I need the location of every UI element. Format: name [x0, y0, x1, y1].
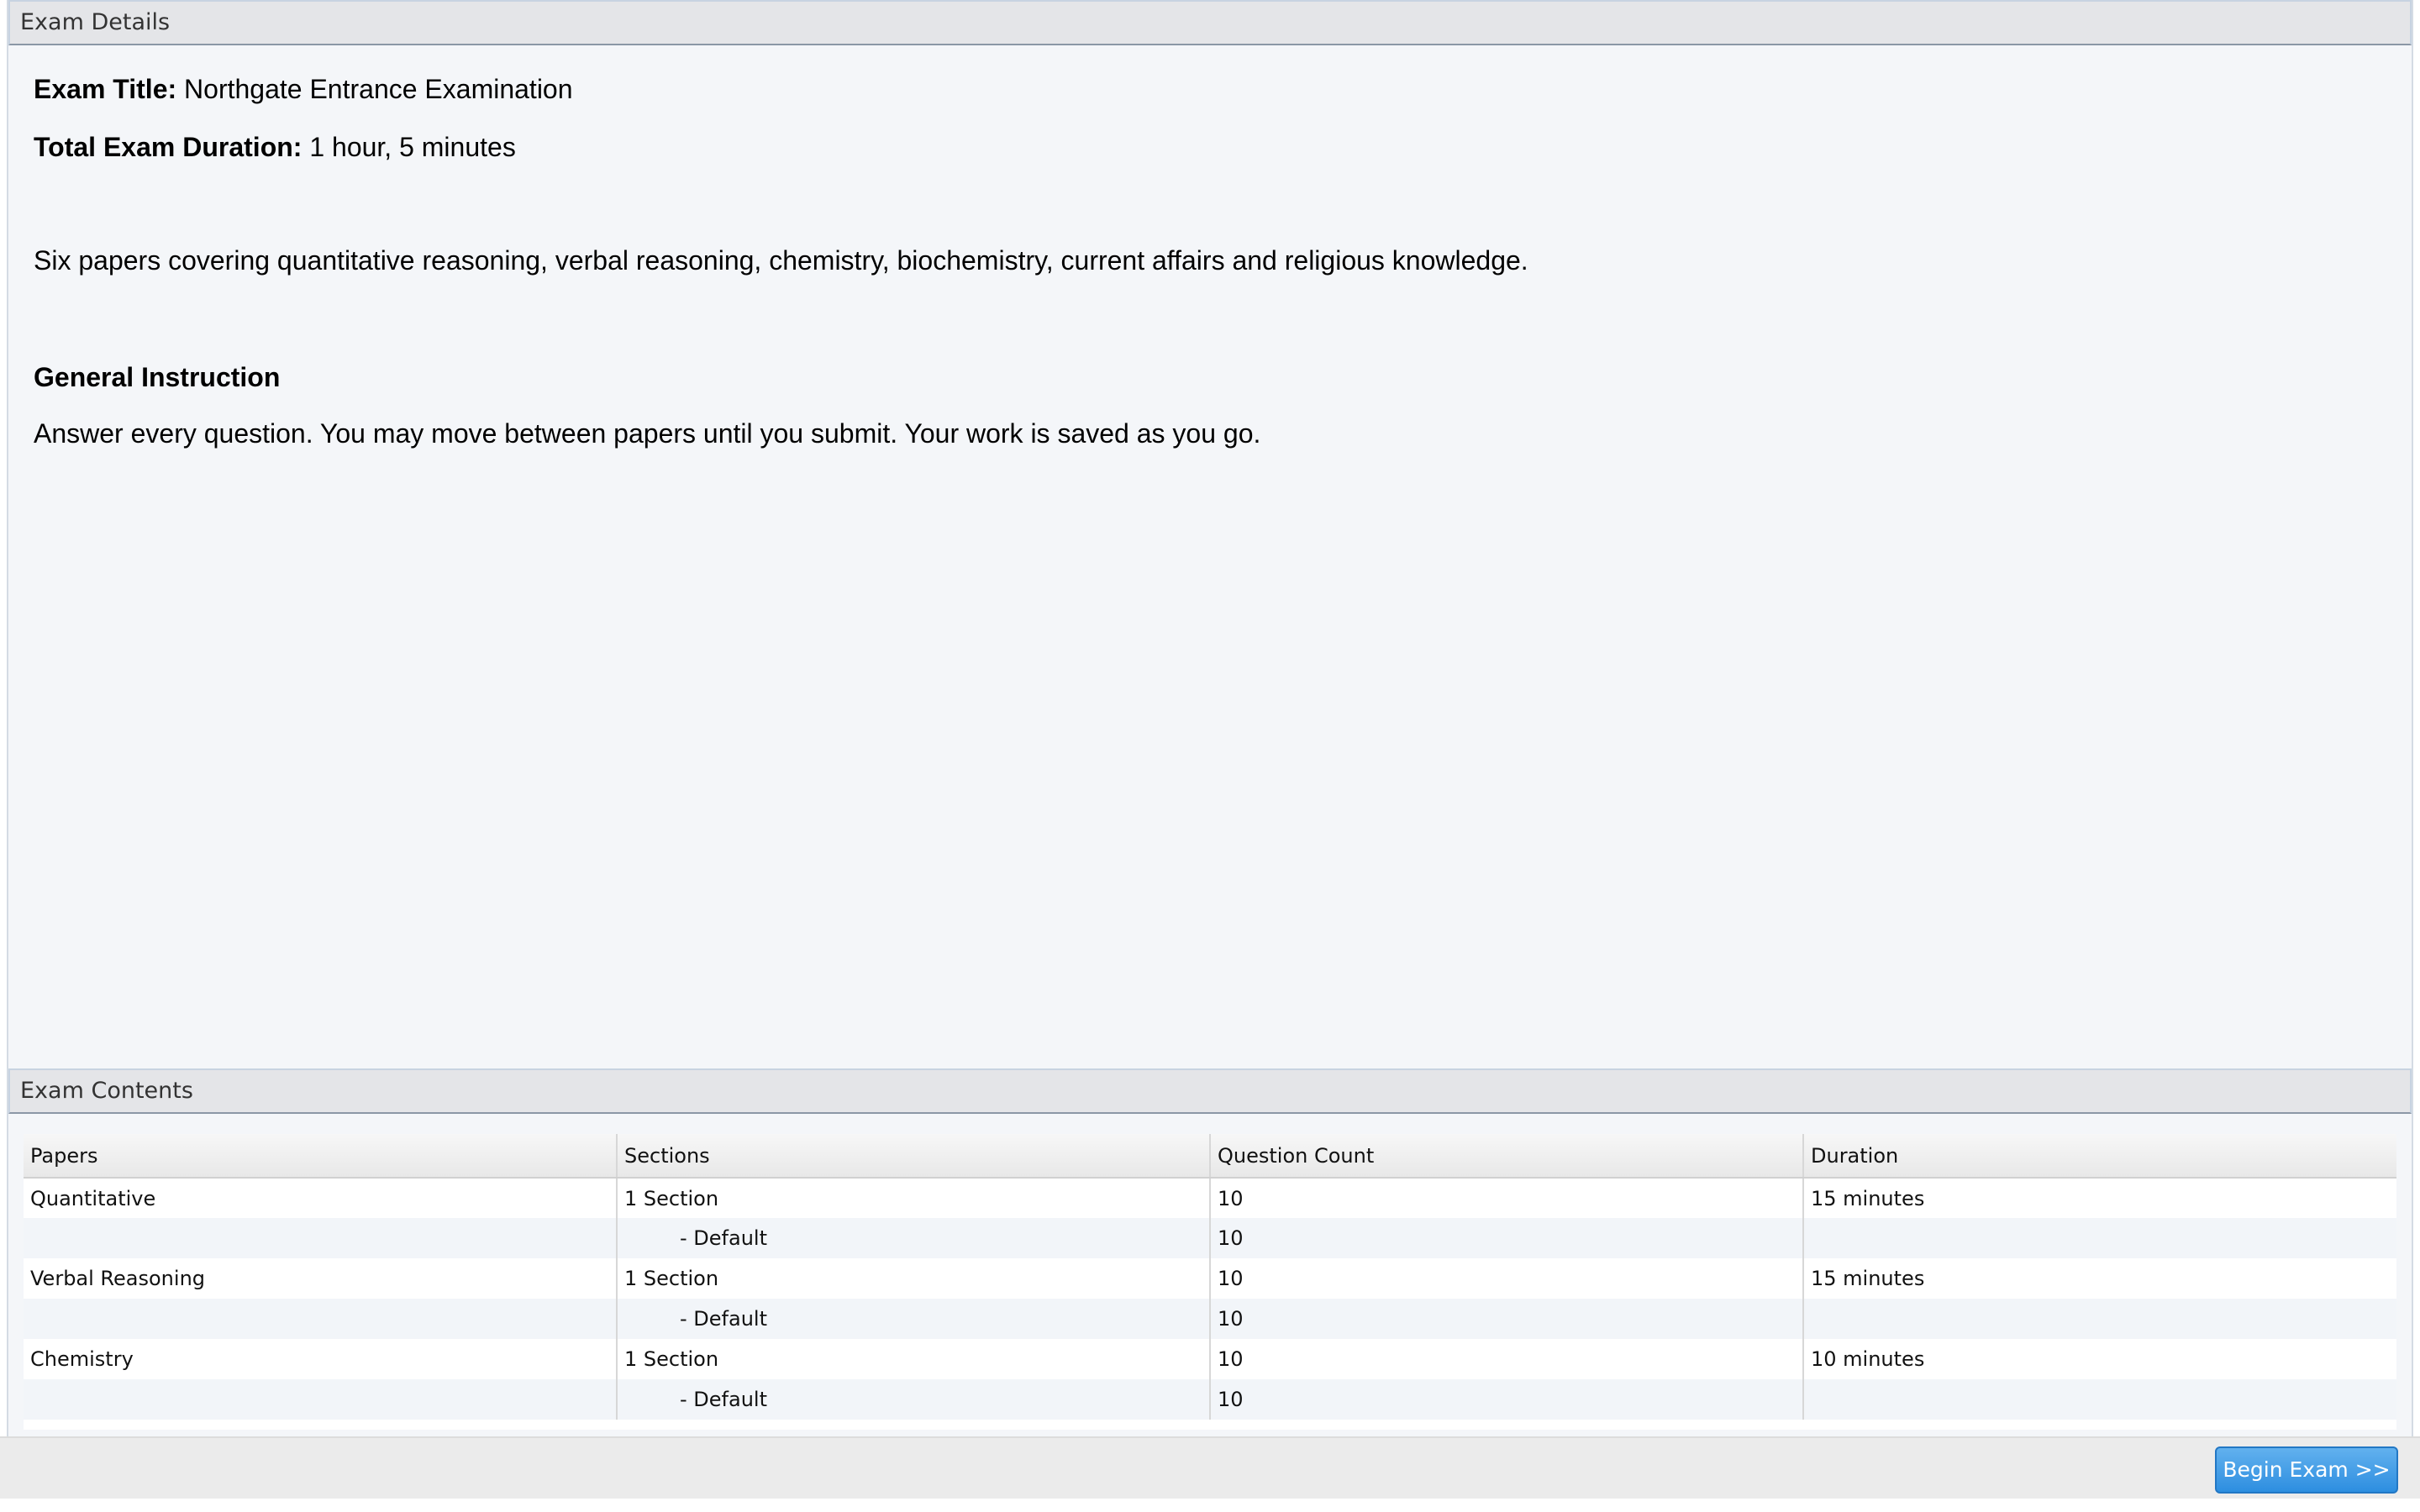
footer-bottom-strip — [0, 1499, 2420, 1512]
general-instruction-text: Answer every question. You may move betw… — [34, 418, 1261, 449]
cell-question-count: 10 — [1210, 1178, 1804, 1218]
table-row[interactable]: Verbal Reasoning 1 Section 10 15 minutes — [24, 1258, 2396, 1299]
cell-sections: 1 Section — [617, 1178, 1211, 1218]
cell-sections: 1 Section — [617, 1258, 1211, 1299]
exam-title-label: Exam Title: — [34, 74, 177, 104]
general-instruction-heading: General Instruction — [34, 362, 281, 392]
cell-paper — [24, 1299, 618, 1339]
cell-paper — [24, 1379, 618, 1420]
exam-duration-value: 1 hour, 5 minutes — [309, 132, 516, 162]
exam-duration-label: Total Exam Duration: — [34, 132, 302, 162]
cell-question-count: 10 — [1210, 1299, 1804, 1339]
cell-duration — [1803, 1379, 2396, 1420]
cell-duration: 15 minutes — [1803, 1258, 2396, 1299]
cell-duration — [1803, 1299, 2396, 1339]
cell-sections: - Default — [617, 1218, 1211, 1258]
exam-details-header: Exam Details — [8, 0, 2412, 45]
cell-paper: Chemistry — [24, 1339, 618, 1379]
cell-question-count: 10 — [1210, 1258, 1804, 1299]
cell-paper: Quantitative — [24, 1178, 618, 1218]
table-header-row: Papers Sections Question Count Duration — [24, 1134, 2396, 1179]
exam-details-panel: Exam Details Exam Title: Northgate Entra… — [7, 0, 2413, 1068]
cell-duration — [1803, 1218, 2396, 1258]
cell-sections: 1 Section — [617, 1339, 1211, 1379]
table-body: Quantitative 1 Section 10 15 minutes - Defau… — [24, 1178, 2396, 1420]
exam-contents-header: Exam Contents — [8, 1068, 2412, 1114]
exam-contents-table: Papers Sections Question Count Duration … — [24, 1134, 2396, 1420]
exam-title-line: Exam Title: Northgate Entrance Examinati… — [34, 74, 573, 105]
table-row[interactable]: Chemistry 1 Section 10 10 minutes — [24, 1339, 2396, 1379]
column-header-sections[interactable]: Sections — [617, 1134, 1211, 1179]
exam-description: Six papers covering quantitative reasoni… — [34, 245, 1528, 276]
column-header-papers[interactable]: Papers — [24, 1134, 618, 1179]
cell-paper — [24, 1218, 618, 1258]
cell-question-count: 10 — [1210, 1339, 1804, 1379]
column-header-question-count[interactable]: Question Count — [1210, 1134, 1804, 1179]
exam-contents-table-container[interactable]: Papers Sections Question Count Duration … — [24, 1134, 2396, 1430]
column-header-duration[interactable]: Duration — [1803, 1134, 2396, 1179]
begin-exam-button[interactable]: Begin Exam >> — [2215, 1446, 2398, 1494]
cell-question-count: 10 — [1210, 1218, 1804, 1258]
cell-sections: - Default — [617, 1299, 1211, 1339]
cell-sections: - Default — [617, 1379, 1211, 1420]
cell-question-count: 10 — [1210, 1379, 1804, 1420]
table-row[interactable]: - Default 10 — [24, 1379, 2396, 1420]
table-row[interactable]: - Default 10 — [24, 1299, 2396, 1339]
exam-duration-line: Total Exam Duration: 1 hour, 5 minutes — [34, 132, 516, 163]
exam-contents-panel: Exam Contents Papers Sections Question C… — [7, 1068, 2413, 1436]
exam-title-value: Northgate Entrance Examination — [184, 74, 573, 104]
cell-paper: Verbal Reasoning — [24, 1258, 618, 1299]
cell-duration: 10 minutes — [1803, 1339, 2396, 1379]
table-row[interactable]: Quantitative 1 Section 10 15 minutes — [24, 1178, 2396, 1218]
cell-duration: 15 minutes — [1803, 1178, 2396, 1218]
footer-bar: Begin Exam >> — [0, 1436, 2420, 1499]
table-row[interactable]: - Default 10 — [24, 1218, 2396, 1258]
